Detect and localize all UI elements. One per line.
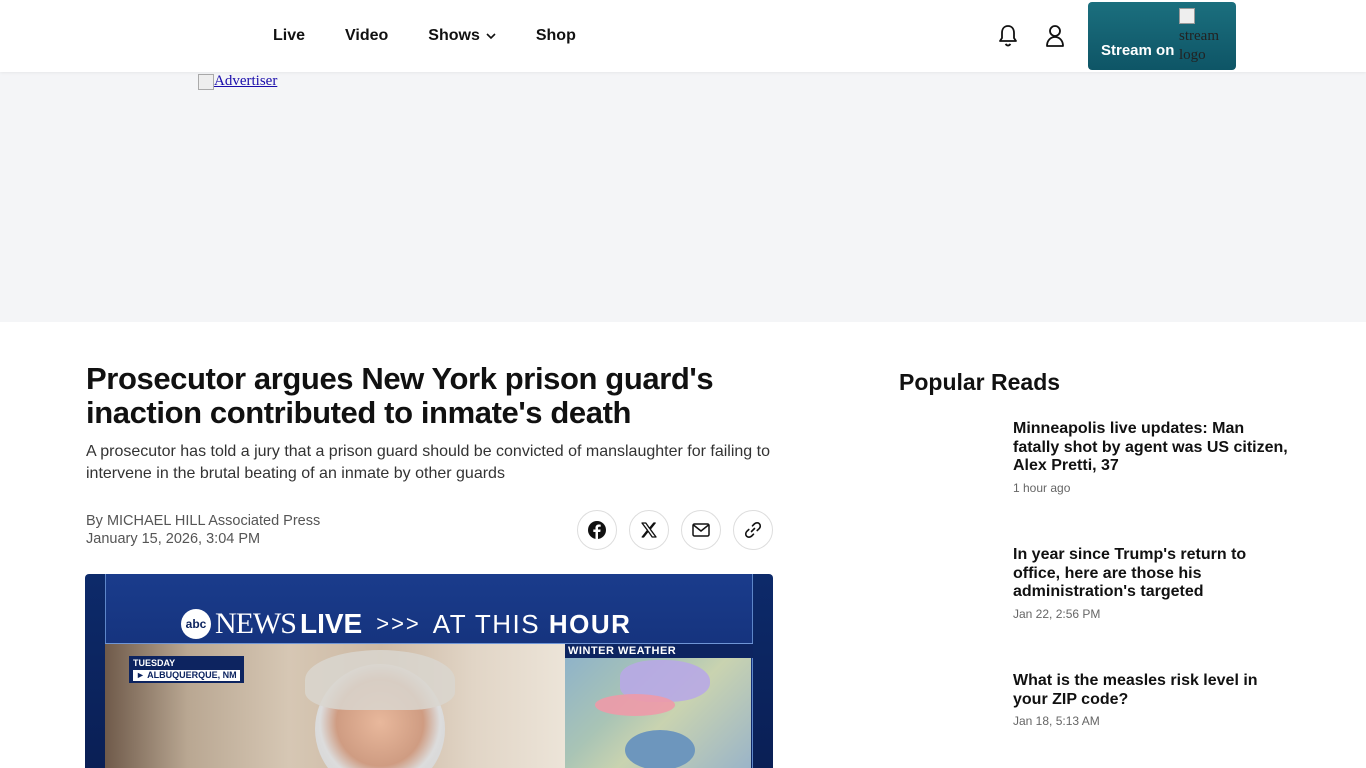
- facebook-icon: [588, 521, 606, 539]
- weather-map: [565, 658, 751, 768]
- article-headline: Prosecutor argues New York prison guard'…: [86, 361, 714, 430]
- banner-hour: HOUR: [548, 608, 632, 639]
- byline-author: By MICHAEL HILL Associated Press: [86, 513, 321, 529]
- nav-video-link[interactable]: Video: [345, 27, 388, 45]
- chevron-down-icon: [486, 33, 496, 40]
- bell-icon: [999, 25, 1017, 47]
- banner-at-this: AT THIS: [432, 608, 541, 639]
- mail-icon: [692, 523, 710, 537]
- location-name: ► ALBUQUERQUE, NM: [133, 670, 240, 681]
- stream-on-label: Stream on: [1101, 42, 1175, 59]
- article-summary: A prosecutor has told a jury that a pris…: [86, 443, 770, 482]
- account-button[interactable]: [1041, 22, 1069, 50]
- banner-news-text: NEWS: [215, 607, 297, 640]
- stream-logo-image: stream logo: [1179, 8, 1231, 64]
- person-hair: [305, 650, 455, 710]
- location-tag: TUESDAY ► ALBUQUERQUE, NM: [129, 656, 244, 683]
- popular-read-title[interactable]: What is the measles risk level in your Z…: [1013, 672, 1288, 709]
- share-email-button[interactable]: [681, 510, 721, 550]
- nav-shop-label: Shop: [535, 27, 576, 44]
- nav-shop-link[interactable]: Shop: [536, 27, 576, 45]
- popular-read-item[interactable]: What is the measles risk level in your Z…: [1013, 672, 1288, 728]
- advertiser-alt-text: Advertiser: [214, 73, 278, 89]
- nav-shows-dropdown[interactable]: Shows: [428, 27, 496, 45]
- link-icon: [744, 522, 762, 538]
- advertisement-slot: Advertiser: [0, 72, 1366, 322]
- banner-arrows: >>>: [376, 611, 421, 636]
- popular-read-time: Jan 18, 5:13 AM: [1013, 714, 1100, 728]
- abc-logo: abc: [181, 609, 211, 639]
- ice-area: [595, 694, 675, 716]
- weather-label: WINTER WEATHER: [565, 644, 753, 658]
- broken-image-icon: [1179, 8, 1195, 24]
- video-player[interactable]: abc NEWS LIVE >>> AT THIS HOUR TUESDAY ►…: [85, 574, 773, 768]
- popular-read-item[interactable]: Minneapolis live updates: Man fatally sh…: [1013, 420, 1288, 495]
- notifications-button[interactable]: [994, 22, 1022, 50]
- location-day: TUESDAY: [133, 658, 176, 668]
- nav-live-link[interactable]: Live: [273, 27, 305, 45]
- banner-at-this-hour: AT THIS HOUR: [433, 609, 632, 640]
- news-live-banner: abc NEWS LIVE >>> AT THIS HOUR: [181, 607, 631, 641]
- gulf-area: [625, 730, 695, 768]
- advertiser-link[interactable]: Advertiser: [198, 73, 277, 90]
- main-nav: Live Video Shows Shop: [273, 0, 616, 72]
- share-facebook-button[interactable]: [577, 510, 617, 550]
- user-icon: [1046, 25, 1064, 47]
- stream-logo-alt-text: stream logo: [1179, 28, 1219, 63]
- popular-read-time: 1 hour ago: [1013, 480, 1071, 495]
- stream-on-button[interactable]: Stream on stream logo: [1088, 2, 1236, 70]
- byline-block: By MICHAEL HILL Associated Press January…: [86, 512, 320, 548]
- publish-date: January 15, 2026, 3:04 PM: [86, 531, 261, 547]
- copy-link-button[interactable]: [733, 510, 773, 550]
- x-icon: [641, 522, 657, 538]
- top-navigation-bar: Live Video Shows Shop Stream on stream l…: [0, 0, 1366, 72]
- nav-shows-label: Shows: [428, 27, 480, 44]
- nav-live-label: Live: [273, 27, 306, 44]
- popular-read-time: Jan 22, 2:56 PM: [1013, 606, 1101, 621]
- popular-reads-title: Popular Reads: [899, 369, 1061, 395]
- popular-read-title[interactable]: In year since Trump's return to office, …: [1013, 546, 1288, 602]
- broken-image-icon: [198, 73, 214, 90]
- share-x-button[interactable]: [629, 510, 669, 550]
- popular-read-item[interactable]: In year since Trump's return to office, …: [1013, 546, 1288, 621]
- nav-video-label: Video: [345, 27, 389, 44]
- banner-live-text: LIVE: [300, 608, 363, 639]
- popular-read-title[interactable]: Minneapolis live updates: Man fatally sh…: [1013, 420, 1288, 476]
